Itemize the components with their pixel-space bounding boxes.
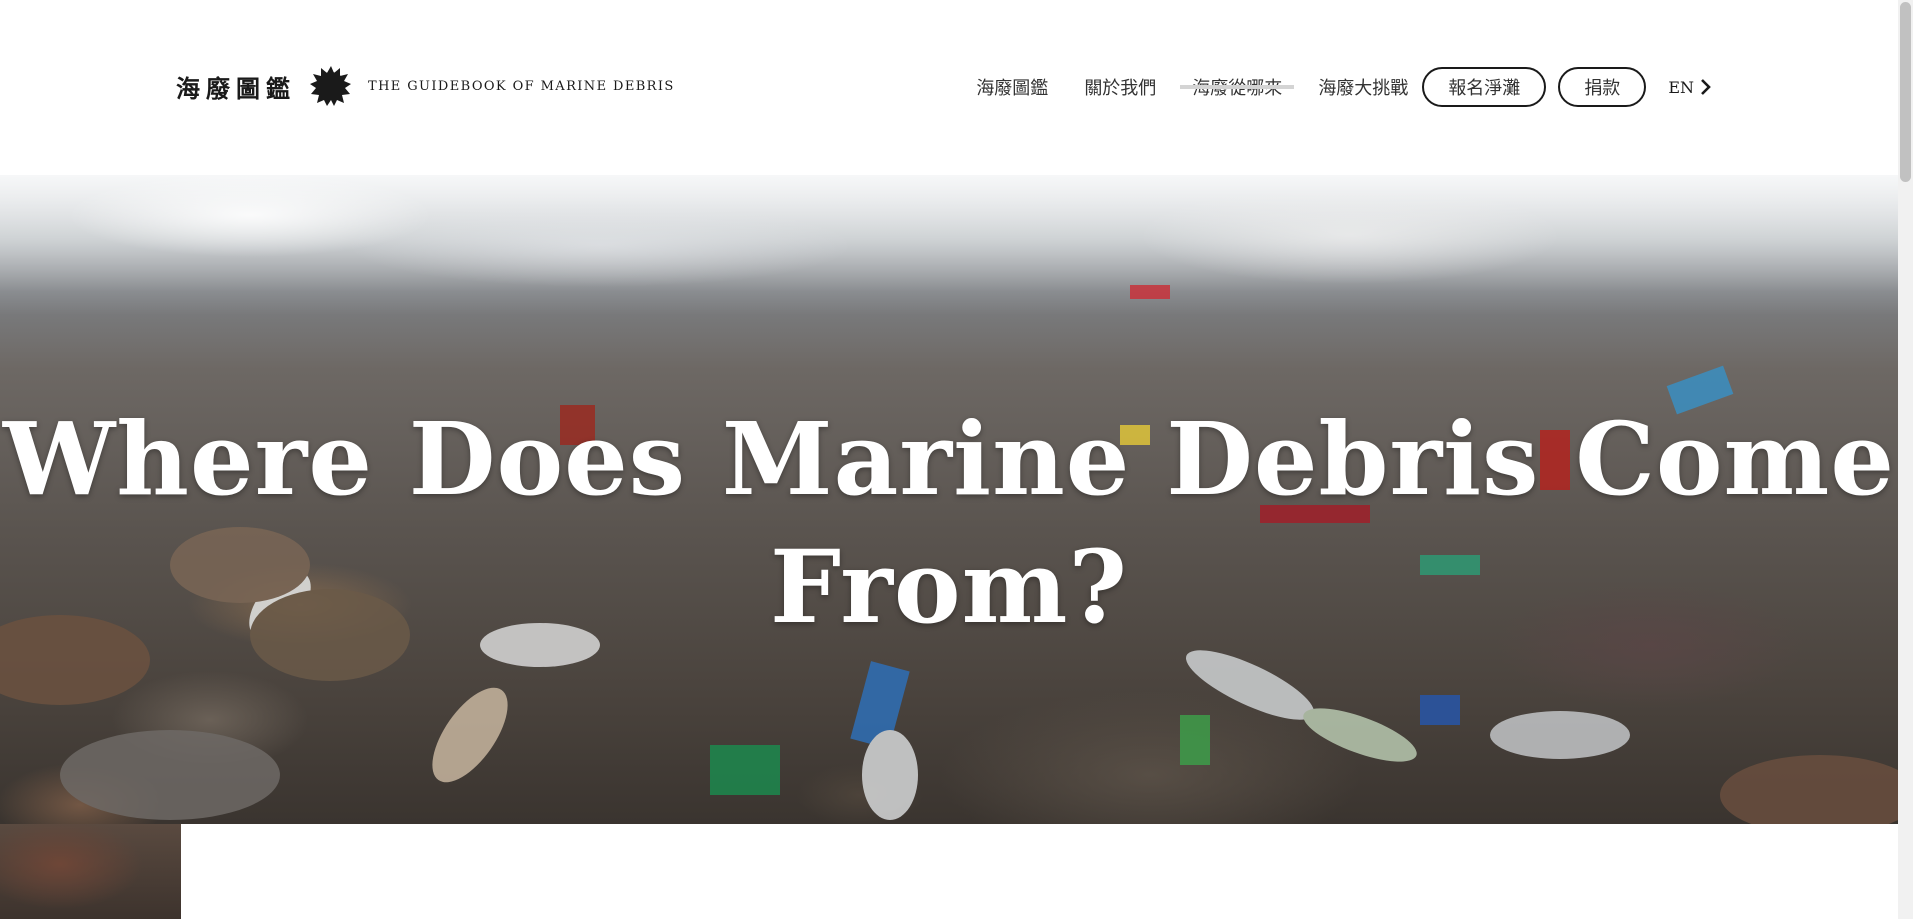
brand-subtitle: THE GUIDEBOOK OF MARINE DEBRIS: [368, 78, 675, 94]
main-nav: 海廢圖鑑 關於我們 海廢從哪來 海廢大挑戰 報名淨灘 捐款 EN: [976, 66, 1712, 108]
nav-item-challenge[interactable]: 海廢大挑戰: [1318, 74, 1408, 100]
language-label: EN: [1668, 77, 1694, 97]
content-panel: [181, 824, 1898, 919]
brand-logo[interactable]: 海廢圖鑑 THE GUIDEBOOK OF MARINE DEBRIS: [176, 66, 675, 106]
hero-title: Where Does Marine Debris Come From?: [3, 400, 1895, 646]
sun-burst-icon: [310, 66, 351, 106]
scrollbar-thumb[interactable]: [1900, 2, 1911, 182]
nav-item-guidebook[interactable]: 海廢圖鑑: [976, 74, 1048, 100]
site-header: 海廢圖鑑 THE GUIDEBOOK OF MARINE DEBRIS 海廢圖鑑…: [0, 0, 1898, 175]
chevron-right-icon: [1701, 79, 1711, 95]
language-switch[interactable]: EN: [1668, 78, 1712, 97]
nav-item-about[interactable]: 關於我們: [1084, 74, 1156, 100]
hero-banner: Where Does Marine Debris Come From?: [0, 175, 1898, 824]
signup-button[interactable]: 報名淨灘: [1422, 67, 1547, 107]
donate-button[interactable]: 捐款: [1558, 67, 1647, 107]
hero-image-edge: [0, 824, 181, 919]
brand-title: 海廢圖鑑: [176, 73, 296, 103]
vertical-scrollbar[interactable]: [1898, 0, 1913, 919]
nav-item-origin[interactable]: 海廢從哪來: [1180, 74, 1295, 100]
